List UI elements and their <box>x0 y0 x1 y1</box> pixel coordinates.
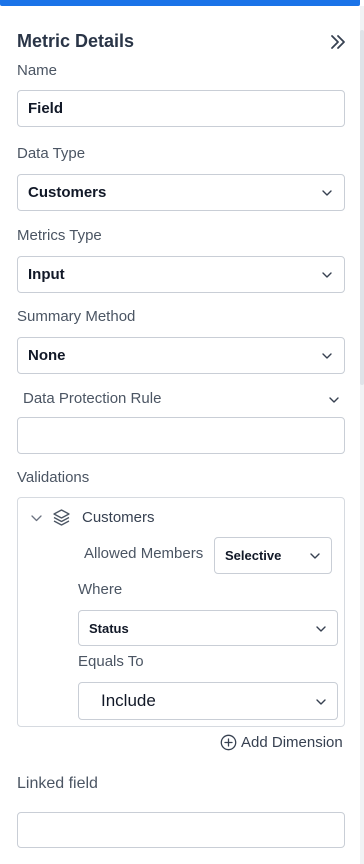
metrics-type-value: Input <box>28 266 65 283</box>
name-label: Name <box>17 62 58 79</box>
data-protection-label: Data Protection Rule <box>23 390 162 407</box>
layers-icon <box>53 509 70 526</box>
where-select[interactable]: Status <box>78 610 338 646</box>
plus-circle-icon <box>220 734 237 751</box>
chevron-down-icon[interactable] <box>328 394 340 406</box>
data-type-label: Data Type <box>17 145 86 162</box>
panel-title: Metric Details <box>17 31 135 51</box>
chevron-down-icon <box>316 626 326 632</box>
data-type-select[interactable]: Customers <box>17 174 345 211</box>
add-dimension-label: Add Dimension <box>241 734 343 751</box>
name-input[interactable]: Field <box>17 90 345 127</box>
name-value: Field <box>28 100 64 117</box>
metrics-type-select[interactable]: Input <box>17 256 345 293</box>
allowed-members-value: Selective <box>225 548 282 563</box>
allowed-members-select[interactable]: Selective <box>214 537 332 574</box>
chevron-down-icon <box>322 272 332 278</box>
equals-to-label: Equals To <box>78 653 144 670</box>
summary-method-label: Summary Method <box>17 308 136 325</box>
data-protection-input[interactable] <box>17 417 345 454</box>
where-value: Status <box>89 620 129 636</box>
chevron-down-icon <box>316 699 326 705</box>
metrics-type-label: Metrics Type <box>17 227 102 244</box>
data-type-value: Customers <box>28 184 107 201</box>
equals-to-value: Include <box>101 691 156 710</box>
chevron-down-icon <box>310 553 320 559</box>
top-accent-bar <box>0 0 360 6</box>
add-dimension-button[interactable]: Add Dimension <box>220 734 343 751</box>
scrollbar-thumb[interactable] <box>360 30 364 385</box>
linked-field-input[interactable] <box>17 812 345 848</box>
chevron-down-icon <box>322 190 332 196</box>
tree-item-customers[interactable]: Customers <box>82 509 155 526</box>
validations-label: Validations <box>17 469 90 486</box>
chevron-down-icon <box>322 353 332 359</box>
linked-field-label: Linked field <box>17 775 98 792</box>
equals-to-select[interactable]: Include <box>78 682 338 720</box>
summary-method-select[interactable]: None <box>17 337 345 374</box>
double-chevron-right-icon[interactable] <box>328 32 348 52</box>
chevron-down-icon[interactable] <box>30 512 43 525</box>
where-label: Where <box>78 581 123 598</box>
allowed-members-label: Allowed Members <box>84 545 204 562</box>
summary-method-value: None <box>28 347 66 364</box>
